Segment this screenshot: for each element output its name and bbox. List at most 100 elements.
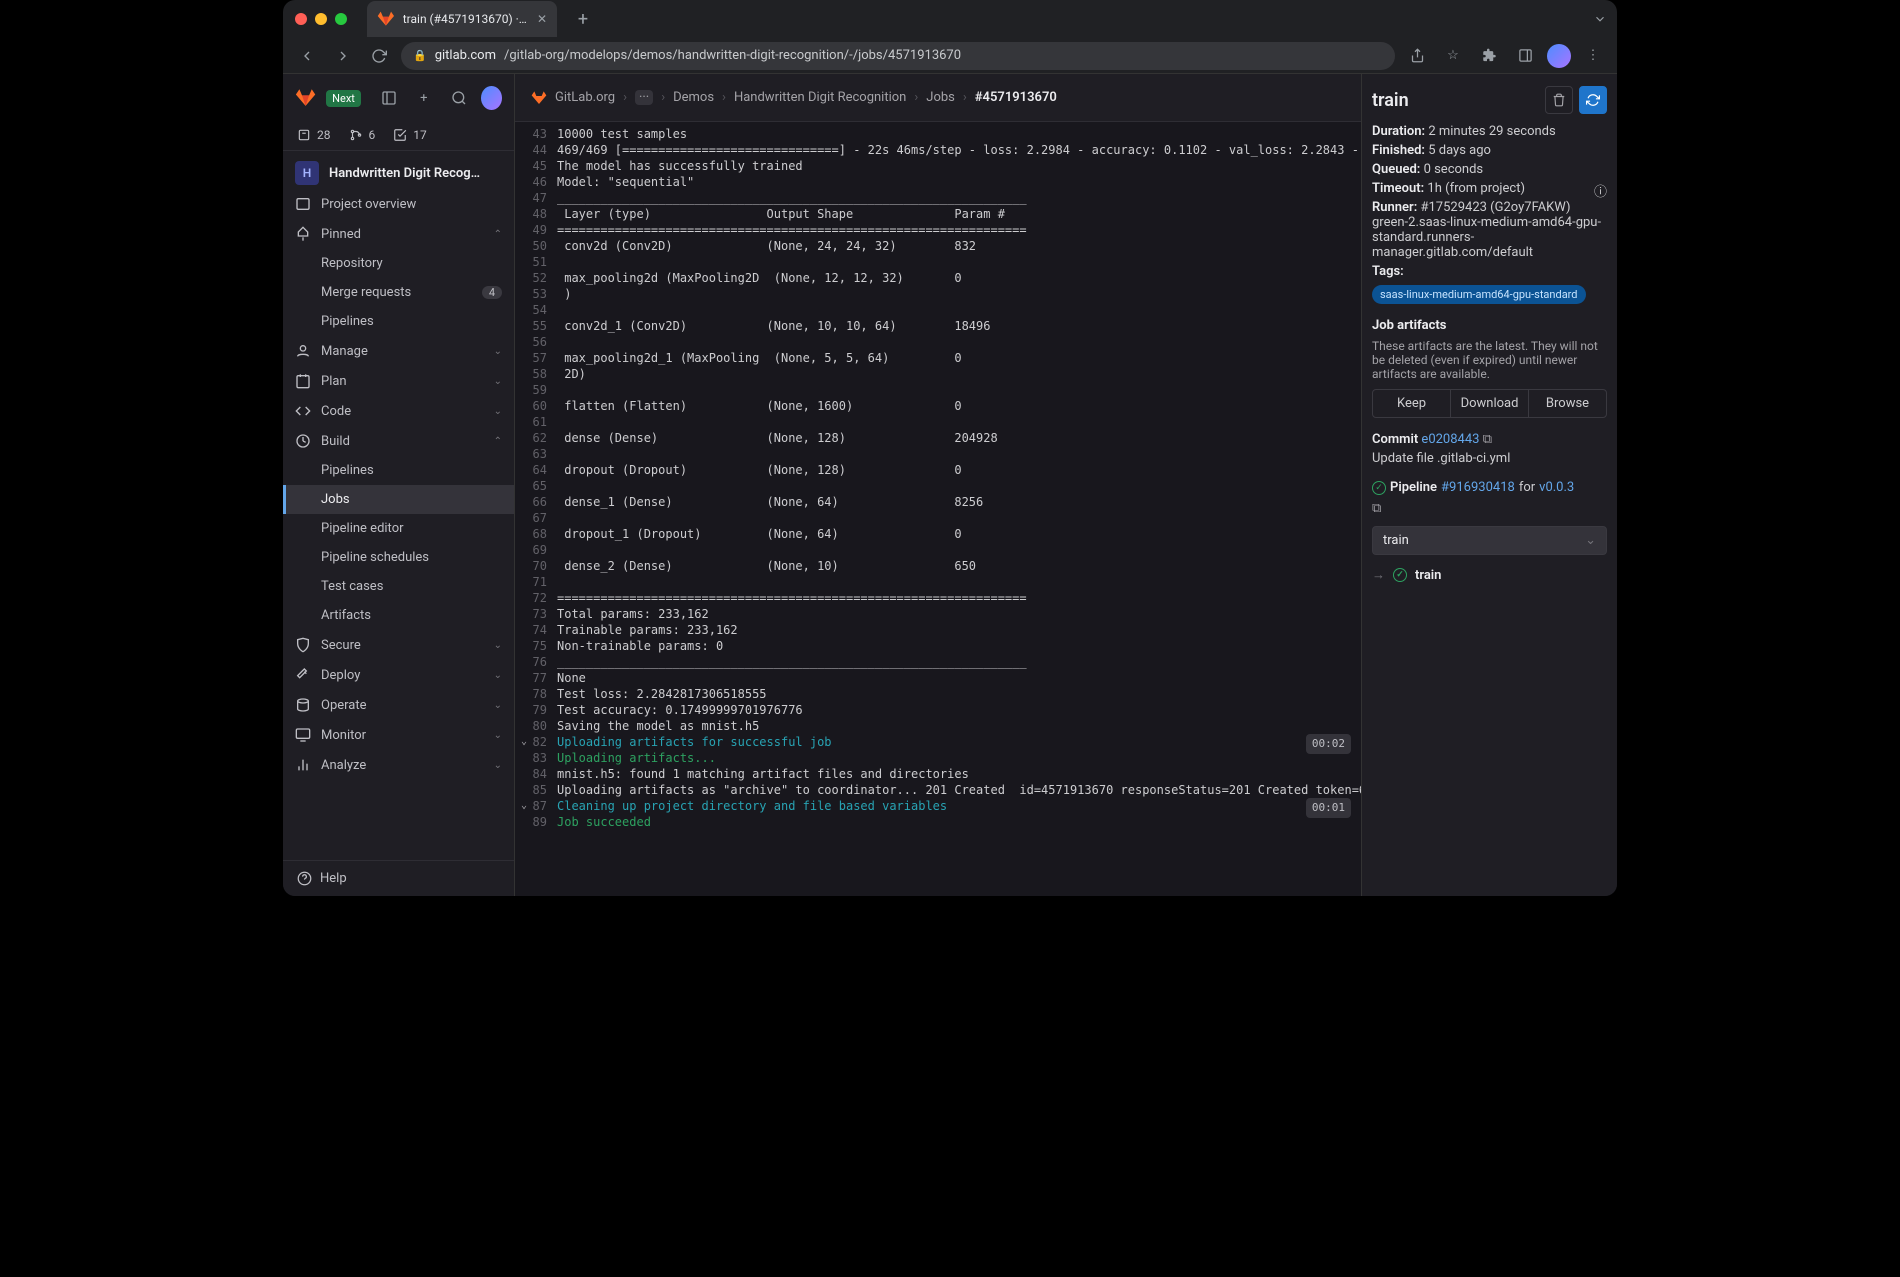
browse-button[interactable]: Browse xyxy=(1528,390,1606,417)
log-line: 71 xyxy=(515,574,1361,590)
sidebar-item-deploy[interactable]: Deploy⌄ xyxy=(283,660,514,690)
maximize-window-icon[interactable] xyxy=(335,13,347,25)
log-line: 56 xyxy=(515,334,1361,350)
sidebar-item-build[interactable]: Build⌃ xyxy=(283,426,514,456)
commit-sha-link[interactable]: e0208443 xyxy=(1421,432,1479,447)
sidebar-item-pinned[interactable]: Pinned⌃ xyxy=(283,219,514,249)
log-line: 60 flatten (Flatten) (None, 1600) 0 xyxy=(515,398,1361,414)
sidebar-item-analyze[interactable]: Analyze⌄ xyxy=(283,750,514,780)
log-line: 44469/469 [=============================… xyxy=(515,142,1361,158)
line-number: 46 xyxy=(515,174,557,190)
sidebar-item-build-pipelines[interactable]: Pipelines xyxy=(283,456,514,485)
sidebar-item-secure[interactable]: Secure⌄ xyxy=(283,630,514,660)
breadcrumb-job-id[interactable]: #4571913670 xyxy=(975,90,1057,105)
download-button[interactable]: Download xyxy=(1450,390,1528,417)
url-host: gitlab.com xyxy=(435,48,496,63)
sidebar-item-pipelines[interactable]: Pipelines xyxy=(283,307,514,336)
line-content: 2D) xyxy=(557,366,586,382)
pipeline-id-link[interactable]: #916930418 xyxy=(1441,480,1515,495)
timeout-help-icon[interactable]: ⓘ xyxy=(1594,181,1607,200)
profile-avatar[interactable] xyxy=(1547,44,1571,68)
browser-tab[interactable]: train (#4571913670) · Jobs · G… ✕ xyxy=(367,1,557,37)
sidebar-item-artifacts[interactable]: Artifacts xyxy=(283,601,514,630)
breadcrumb-more[interactable]: ··· xyxy=(635,90,653,105)
extensions-button[interactable] xyxy=(1475,42,1503,70)
line-number: 58 xyxy=(515,366,557,382)
pipeline-ref-link[interactable]: v0.0.3 xyxy=(1539,480,1574,495)
project-name[interactable]: Handwritten Digit Recog… xyxy=(329,166,480,181)
sidebar-item-jobs[interactable]: Jobs xyxy=(283,485,514,514)
new-button[interactable]: + xyxy=(412,84,437,112)
runner-row: Runner: #17529423 (G2oy7FAKW) green-2.sa… xyxy=(1372,200,1607,260)
merges-stat[interactable]: 6 xyxy=(349,128,376,142)
line-number: 77 xyxy=(515,670,557,686)
keep-button[interactable]: Keep xyxy=(1373,390,1450,417)
help-link[interactable]: Help xyxy=(283,860,514,896)
share-button[interactable] xyxy=(1403,42,1431,70)
browser-menu-button[interactable]: ⋮ xyxy=(1579,42,1607,70)
manage-icon xyxy=(295,343,311,359)
line-number: 68 xyxy=(515,526,557,542)
breadcrumb-section[interactable]: Jobs xyxy=(926,90,955,105)
new-tab-button[interactable]: + xyxy=(569,5,597,33)
window-controls[interactable] xyxy=(295,13,347,25)
project-avatar: H xyxy=(295,161,319,185)
issues-stat[interactable]: 28 xyxy=(297,128,331,142)
search-icon[interactable] xyxy=(446,84,471,112)
minimize-window-icon[interactable] xyxy=(315,13,327,25)
sidebar-item-overview[interactable]: Project overview xyxy=(283,189,514,219)
sidebar-item-test-cases[interactable]: Test cases xyxy=(283,572,514,601)
log-line: 46Model: "sequential" xyxy=(515,174,1361,190)
help-icon xyxy=(297,871,312,886)
reload-button[interactable] xyxy=(365,42,393,70)
sidebar-item-merge-requests[interactable]: Merge requests4 xyxy=(283,278,514,307)
address-bar[interactable]: 🔒 gitlab.com/gitlab-org/modelops/demos/h… xyxy=(401,42,1395,70)
line-number: 55 xyxy=(515,318,557,334)
sidebar-item-pipeline-editor[interactable]: Pipeline editor xyxy=(283,514,514,543)
breadcrumb-group[interactable]: Demos xyxy=(673,90,714,105)
line-content: 10000 test samples xyxy=(557,126,687,142)
line-number: 49 xyxy=(515,222,557,238)
user-avatar[interactable] xyxy=(481,86,502,110)
line-content: Model: "sequential" xyxy=(557,174,694,190)
breadcrumb-org[interactable]: GitLab.org xyxy=(555,90,615,105)
sidebar-item-code[interactable]: Code⌄ xyxy=(283,396,514,426)
monitor-icon xyxy=(295,727,311,743)
breadcrumb-project[interactable]: Handwritten Digit Recognition xyxy=(734,90,906,105)
forward-button[interactable] xyxy=(329,42,357,70)
line-number: 89 xyxy=(515,814,557,830)
sidebar-item-pipeline-schedules[interactable]: Pipeline schedules xyxy=(283,543,514,572)
log-line: 89Job succeeded xyxy=(515,814,1361,830)
close-tab-icon[interactable]: ✕ xyxy=(537,12,547,26)
delete-button[interactable] xyxy=(1545,86,1573,114)
collapse-section-icon[interactable]: ⌄ xyxy=(521,798,527,814)
log-line: 59 xyxy=(515,382,1361,398)
bookmark-button[interactable]: ☆ xyxy=(1439,42,1467,70)
sidebar-item-repository[interactable]: Repository xyxy=(283,249,514,278)
stage-select[interactable]: train ⌄ xyxy=(1372,526,1607,555)
line-content: ========================================… xyxy=(557,590,1027,606)
sidebar-item-operate[interactable]: Operate⌄ xyxy=(283,690,514,720)
stage-job[interactable]: → ✓ train xyxy=(1372,567,1607,583)
copy-pipeline-icon[interactable]: ⧉ xyxy=(1372,501,1607,516)
arrow-right-icon: → xyxy=(1372,567,1385,583)
side-panel-button[interactable] xyxy=(1511,42,1539,70)
todos-stat[interactable]: 17 xyxy=(393,128,427,142)
job-log[interactable]: 4310000 test samples44469/469 [=========… xyxy=(515,122,1361,896)
copy-sha-icon[interactable]: ⧉ xyxy=(1483,432,1492,447)
line-content: conv2d (Conv2D) (None, 24, 24, 32) 832 xyxy=(557,238,976,254)
sidebar-item-plan[interactable]: Plan⌄ xyxy=(283,366,514,396)
merge-requests-count: 4 xyxy=(482,286,502,299)
lock-icon: 🔒 xyxy=(413,49,427,62)
back-button[interactable] xyxy=(293,42,321,70)
sidebar-item-manage[interactable]: Manage⌄ xyxy=(283,336,514,366)
retry-button[interactable] xyxy=(1579,86,1607,114)
tab-title: train (#4571913670) · Jobs · G… xyxy=(403,12,529,26)
close-window-icon[interactable] xyxy=(295,13,307,25)
sidebar-toggle-icon[interactable] xyxy=(377,84,402,112)
collapse-section-icon[interactable]: ⌄ xyxy=(521,734,527,750)
sidebar-item-monitor[interactable]: Monitor⌄ xyxy=(283,720,514,750)
line-content: None xyxy=(557,670,586,686)
tab-overflow-icon[interactable] xyxy=(1593,12,1607,26)
gitlab-logo-icon[interactable] xyxy=(295,86,316,110)
